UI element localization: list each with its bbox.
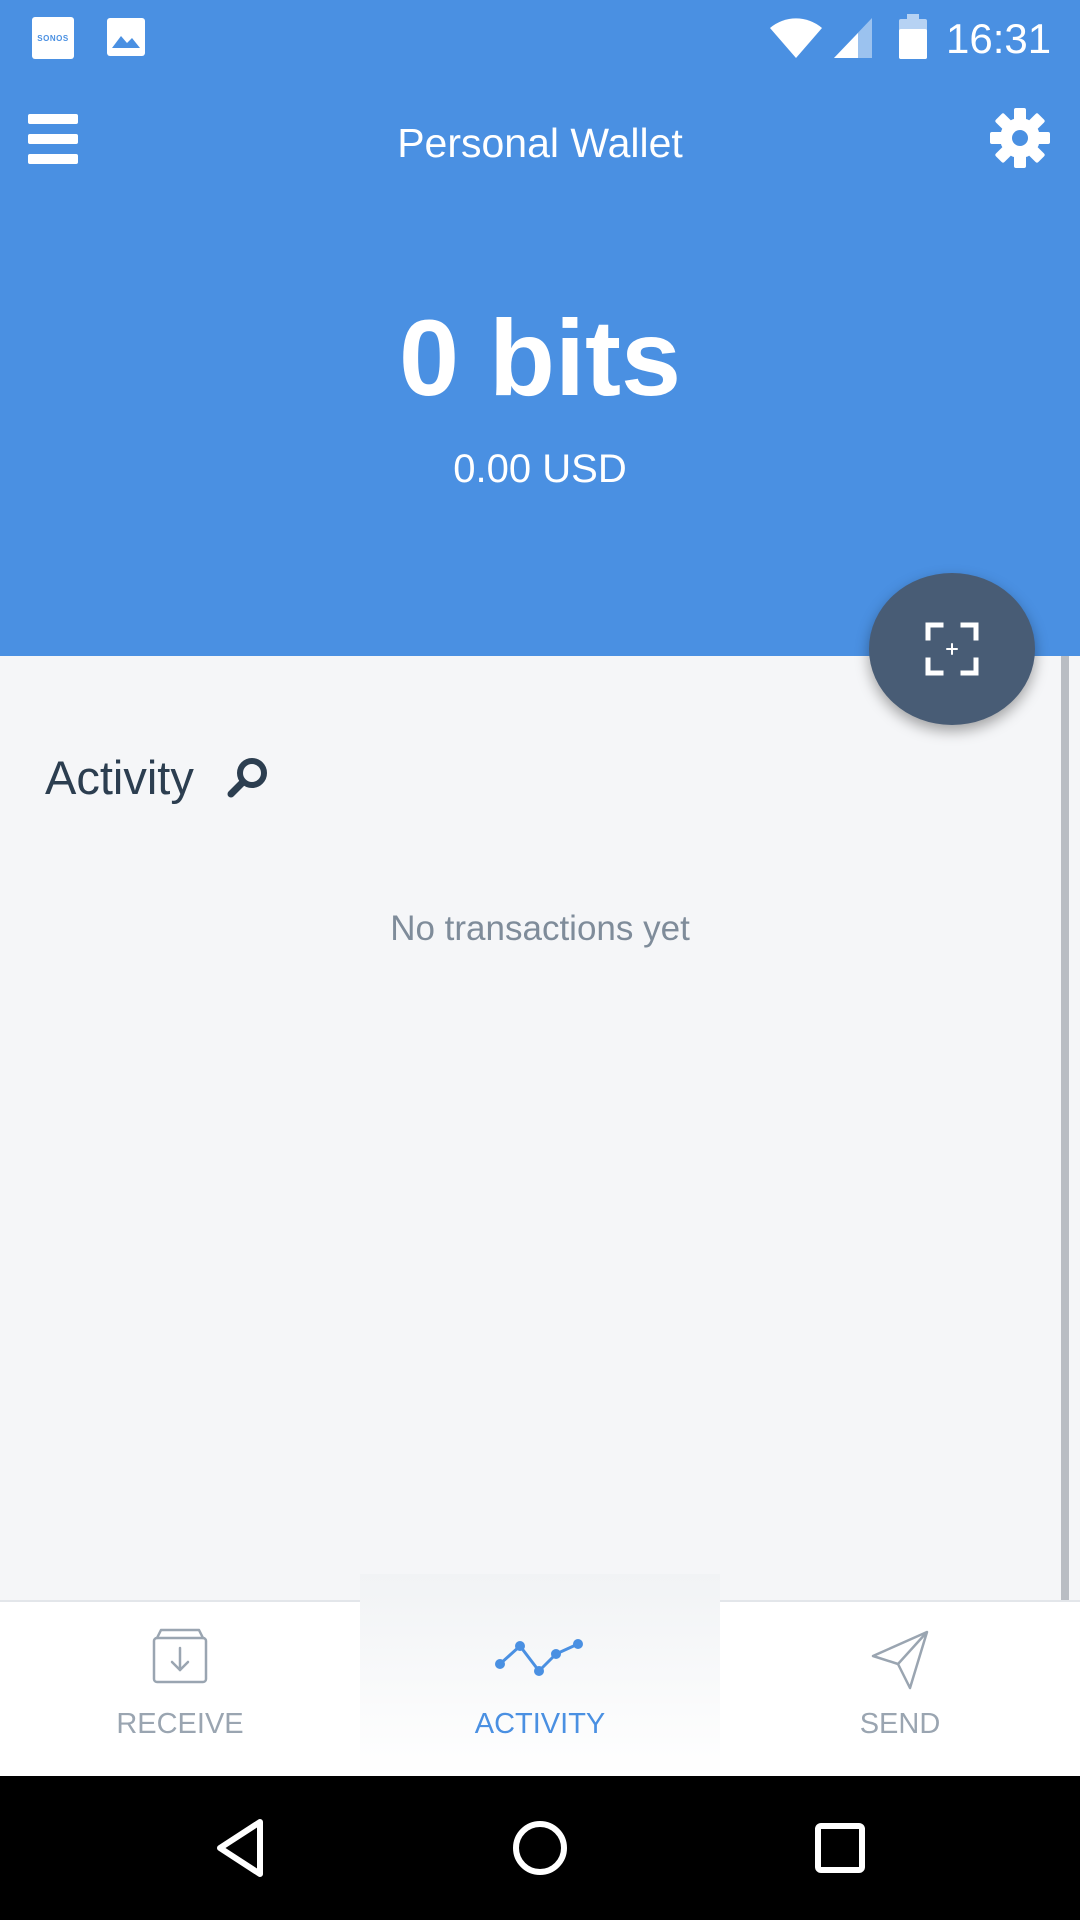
recents-square-icon[interactable] — [808, 1816, 872, 1880]
home-circle-icon[interactable] — [508, 1816, 572, 1880]
sonos-icon-text: SONOS — [37, 33, 69, 43]
tab-send[interactable]: SEND — [720, 1602, 1080, 1778]
sonos-icon: SONOS — [32, 17, 74, 59]
activity-heading: Activity — [45, 751, 194, 804]
status-bar: SONOS 16:31 — [0, 0, 1080, 78]
balance-fiat: 0.00 USD — [453, 447, 627, 491]
signal-icon — [834, 18, 872, 58]
page-title: Personal Wallet — [397, 120, 683, 166]
tab-receive-label: RECEIVE — [116, 1708, 244, 1740]
gear-icon[interactable] — [988, 106, 1052, 170]
search-icon[interactable] — [226, 755, 270, 799]
battery-icon — [899, 14, 927, 59]
balance-amount: 0 bits — [398, 297, 682, 418]
tab-send-label: SEND — [859, 1708, 941, 1740]
system-nav-bar — [0, 1776, 1080, 1920]
empty-transactions-message: No transactions yet — [390, 909, 690, 948]
image-icon — [107, 18, 145, 56]
tab-activity-label: ACTIVITY — [474, 1708, 606, 1740]
status-bar-clock: 16:31 — [946, 15, 1052, 62]
wifi-icon — [770, 18, 822, 58]
back-triangle-icon[interactable] — [208, 1816, 272, 1880]
wallet-header: SONOS 16:31 Personal Wallet 0 bits 0.00 … — [0, 0, 1080, 656]
scrollbar[interactable] — [1061, 656, 1069, 1600]
receive-tray-icon — [152, 1628, 208, 1684]
paper-plane-icon — [871, 1630, 929, 1690]
scan-button[interactable] — [869, 573, 1035, 725]
bottom-tab-bar: RECEIVE ACTIVITY SEND — [0, 1574, 1080, 1778]
tab-receive[interactable]: RECEIVE — [0, 1602, 360, 1778]
activity-graph-icon — [495, 1639, 583, 1676]
tab-activity[interactable]: ACTIVITY — [360, 1574, 720, 1778]
scan-qr-icon — [925, 622, 979, 676]
